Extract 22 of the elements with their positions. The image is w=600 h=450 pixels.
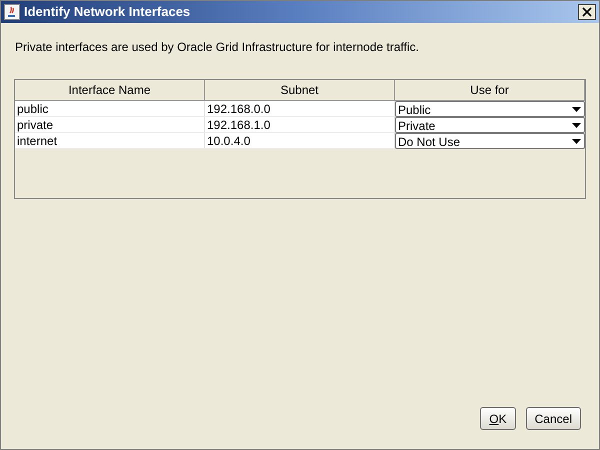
dropdown-arrow-icon: [572, 106, 581, 112]
table-cell: private: [15, 117, 205, 132]
column-header[interactable]: Use for: [395, 80, 585, 101]
table-cell: internet: [15, 133, 205, 148]
dialog-button[interactable]: Cancel: [526, 407, 581, 430]
dialog-button[interactable]: OK: [480, 407, 516, 430]
table-cell: 10.0.4.0: [205, 133, 395, 148]
description-text: Private interfaces are used by Oracle Grid Infrastructure for internode traffic.: [15, 39, 420, 56]
use-for-dropdown[interactable]: Public: [395, 101, 585, 117]
app-icon: [4, 4, 20, 20]
close-button[interactable]: [578, 4, 596, 20]
column-header[interactable]: Subnet: [205, 80, 395, 101]
column-header[interactable]: Interface Name: [15, 80, 205, 101]
use-for-dropdown[interactable]: Do Not Use: [395, 133, 585, 149]
close-icon: [582, 7, 592, 17]
table-cell: 192.168.1.0: [205, 117, 395, 132]
use-for-dropdown[interactable]: Private: [395, 117, 585, 133]
table-cell: 192.168.0.0: [205, 101, 395, 116]
dropdown-arrow-icon: [572, 122, 581, 128]
table-cell: public: [15, 101, 205, 116]
dropdown-arrow-icon: [572, 138, 581, 144]
window-title: Identify Network Interfaces: [24, 3, 190, 22]
